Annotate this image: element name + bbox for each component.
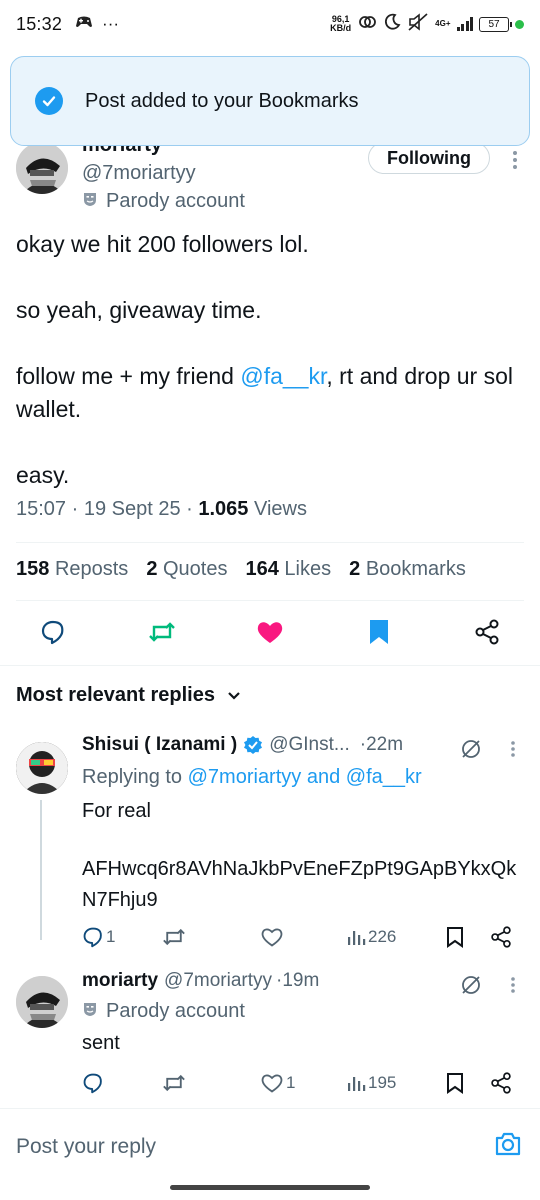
post-paragraph: okay we hit 200 followers lol. bbox=[16, 231, 309, 257]
reply-button[interactable]: 1 bbox=[82, 926, 162, 948]
divider bbox=[16, 600, 524, 601]
reply-composer[interactable]: Post your reply bbox=[0, 1108, 540, 1188]
game-controller-icon bbox=[74, 14, 94, 35]
battery-icon: 57 bbox=[479, 16, 512, 32]
reply-author-name[interactable]: Shisui ( Izanami ) bbox=[82, 734, 237, 756]
post-time: 15:07 bbox=[16, 498, 67, 520]
post-paragraph: easy. bbox=[16, 462, 70, 488]
check-icon bbox=[35, 87, 63, 115]
bookmarked-icon[interactable] bbox=[364, 617, 394, 647]
reply-text: For real bbox=[82, 800, 151, 822]
reply-item[interactable]: Shisui ( Izanami ) @GInst... · 22m Reply… bbox=[16, 734, 524, 954]
repost-icon[interactable] bbox=[162, 926, 260, 948]
reply-text: sent bbox=[82, 1032, 120, 1054]
reply-time: 22m bbox=[366, 734, 404, 755]
section-divider bbox=[0, 665, 540, 666]
post-action-bar bbox=[16, 612, 524, 652]
home-indicator[interactable] bbox=[170, 1185, 370, 1190]
mention-link[interactable]: @fa__kr bbox=[346, 766, 422, 788]
quotes-stat[interactable]: 2 Quotes bbox=[146, 558, 227, 581]
post-stats: 158 Reposts 2 Quotes 164 Likes 2 Bookmar… bbox=[16, 558, 466, 581]
replying-to: Replying to @7moriartyy and @fa__kr bbox=[82, 766, 422, 788]
more-notifications-icon: ··· bbox=[102, 14, 120, 33]
parody-label: Parody account bbox=[82, 1000, 245, 1023]
post-author: moriarty @7moriartyy Parody account Foll… bbox=[16, 134, 524, 218]
moon-icon bbox=[383, 13, 401, 36]
thread-connector bbox=[40, 800, 42, 940]
reply-item[interactable]: moriarty @7moriartyy · 19m Parody accoun… bbox=[16, 970, 524, 1100]
following-button[interactable]: Following bbox=[368, 142, 490, 174]
share-icon[interactable] bbox=[472, 617, 502, 647]
post-meta: 15:07 · 19 Sept 25 · 1.065 Views bbox=[16, 498, 307, 520]
reply-header: moriarty @7moriartyy · 19m bbox=[82, 970, 320, 992]
net-speed: 96,1 KB/d bbox=[330, 14, 352, 33]
grok-icon[interactable] bbox=[460, 974, 482, 1001]
reply-time: 19m bbox=[282, 970, 320, 991]
reply-text: AFHwcq6r8AVhNaJkbPvEneFZpPt9GApBYkxQkN7F… bbox=[82, 858, 517, 911]
reply-author-name[interactable]: moriarty bbox=[82, 970, 158, 992]
avatar[interactable] bbox=[16, 976, 68, 1028]
reposts-stat[interactable]: 158 Reposts bbox=[16, 558, 128, 581]
like-button[interactable]: 1 bbox=[260, 1072, 346, 1094]
repost-icon[interactable] bbox=[162, 1072, 260, 1094]
status-bar: 15:32 ··· 96,1 KB/d 4G+ 57 bbox=[0, 0, 540, 48]
mute-icon bbox=[407, 12, 429, 37]
bookmark-icon[interactable] bbox=[446, 926, 490, 948]
more-options-icon[interactable] bbox=[510, 740, 516, 763]
grok-icon[interactable] bbox=[460, 738, 482, 765]
views-icon[interactable]: 195 bbox=[346, 1073, 446, 1093]
post-text: okay we hit 200 followers lol. so yeah, … bbox=[16, 228, 524, 525]
post-paragraph: so yeah, giveaway time. bbox=[16, 297, 262, 323]
parody-mask-icon bbox=[82, 190, 98, 213]
reply-action-bar: 1 195 bbox=[82, 1068, 524, 1098]
divider bbox=[16, 542, 524, 543]
reply-icon[interactable] bbox=[82, 1072, 162, 1094]
repost-icon[interactable] bbox=[147, 617, 177, 647]
bookmark-icon[interactable] bbox=[446, 1072, 490, 1094]
share-icon[interactable] bbox=[490, 1072, 512, 1094]
bookmark-toast[interactable]: Post added to your Bookmarks bbox=[10, 56, 530, 146]
views-count: 1.065 bbox=[198, 498, 249, 520]
reply-header: Shisui ( Izanami ) @GInst... · 22m bbox=[82, 734, 404, 756]
chevron-down-icon bbox=[227, 684, 241, 707]
camera-icon[interactable] bbox=[494, 1131, 522, 1162]
toast-message: Post added to your Bookmarks bbox=[85, 89, 359, 112]
signal-icon bbox=[456, 17, 473, 31]
link-icon bbox=[357, 12, 377, 37]
reply-action-bar: 1 226 bbox=[82, 922, 524, 952]
reply-input[interactable]: Post your reply bbox=[16, 1135, 156, 1159]
avatar[interactable] bbox=[16, 142, 68, 194]
author-handle[interactable]: @7moriartyy bbox=[82, 162, 196, 185]
privacy-indicator-dot bbox=[515, 19, 524, 29]
reply-author-handle[interactable]: @GInst... bbox=[269, 734, 350, 756]
likes-stat[interactable]: 164 Likes bbox=[245, 558, 331, 581]
avatar[interactable] bbox=[16, 742, 68, 794]
mention-link[interactable]: @fa__kr bbox=[240, 363, 326, 389]
bookmarks-stat[interactable]: 2 Bookmarks bbox=[349, 558, 466, 581]
parody-mask-icon bbox=[82, 1000, 98, 1023]
verified-badge-icon bbox=[243, 735, 263, 755]
parody-label: Parody account bbox=[82, 190, 245, 213]
more-options-icon[interactable] bbox=[510, 976, 516, 999]
clock: 15:32 bbox=[16, 13, 63, 34]
post-date: 19 Sept 25 bbox=[83, 498, 181, 520]
liked-heart-icon[interactable] bbox=[255, 617, 285, 647]
heart-icon[interactable] bbox=[260, 926, 346, 948]
network-type: 4G+ bbox=[435, 19, 451, 28]
post-paragraph: follow me + my friend @fa__kr, rt and dr… bbox=[16, 363, 514, 422]
views-icon[interactable]: 226 bbox=[346, 927, 446, 947]
share-icon[interactable] bbox=[490, 926, 512, 948]
reply-author-handle[interactable]: @7moriartyy bbox=[164, 970, 272, 992]
replies-sort-dropdown[interactable]: Most relevant replies bbox=[16, 684, 241, 707]
more-options-icon[interactable] bbox=[512, 150, 518, 170]
reply-icon[interactable] bbox=[38, 617, 68, 647]
mention-link[interactable]: @7moriartyy bbox=[188, 766, 302, 788]
